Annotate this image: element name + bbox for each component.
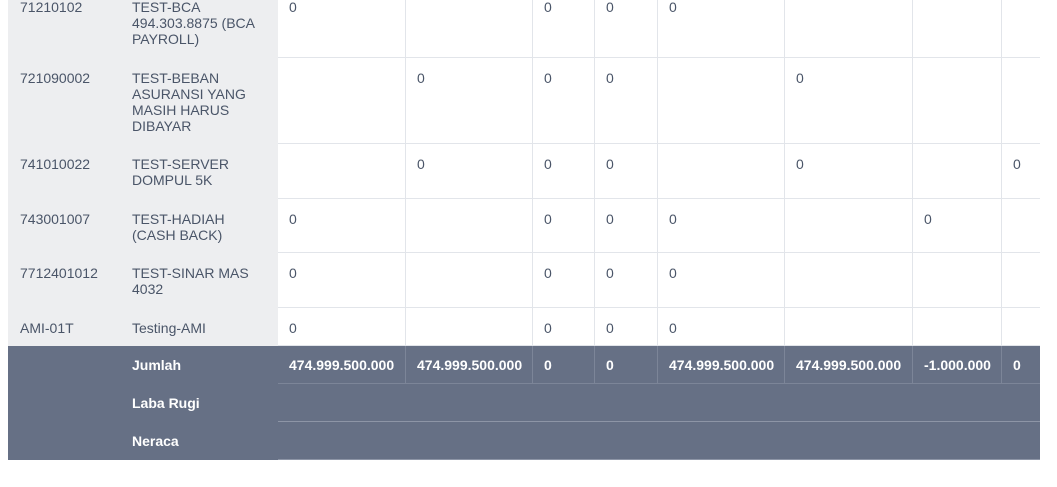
value-cell: 0: [532, 57, 595, 144]
value-cell: [912, 252, 1002, 308]
laba-rugi-row: Laba Rugi: [8, 383, 1040, 422]
value-cell: [784, 0, 913, 58]
account-name-cell: Testing-AMI: [120, 307, 278, 346]
account-name-cell: TEST-BCA 494.303.8875 (BCA PAYROLL): [120, 0, 278, 58]
value-cell: 0: [405, 143, 533, 199]
value-cell: 0: [657, 0, 785, 58]
total-value-cell: 474.999.500.000: [784, 345, 913, 384]
value-cell: [1001, 0, 1040, 58]
value-cell: [784, 198, 913, 253]
account-code-cell: 7712401012: [8, 252, 121, 308]
value-cell: [405, 307, 533, 346]
account-code-cell: 71210102: [8, 0, 121, 58]
table-row: AMI-01T Testing-AMI 0 0 0 0: [8, 307, 1040, 346]
table-row: 71210102 TEST-BCA 494.303.8875 (BCA PAYR…: [8, 0, 1040, 58]
value-cell: [1001, 252, 1040, 308]
account-code-cell: 721090002: [8, 57, 121, 144]
value-cell: 0: [532, 252, 595, 308]
value-cell: [405, 198, 533, 253]
value-cell: 0: [405, 57, 533, 144]
value-cell: 0: [784, 57, 913, 144]
value-cell: 0: [532, 143, 595, 199]
value-cell: 0: [277, 252, 406, 308]
value-cell: 0: [277, 0, 406, 58]
table-row: 741010022 TEST-SERVER DOMPUL 5K 0 0 0 0 …: [8, 143, 1040, 199]
left-gutter: [0, 0, 8, 487]
value-cell: [657, 57, 785, 144]
total-value-cell: 474.999.500.000: [657, 345, 785, 384]
value-cell: 0: [594, 0, 658, 58]
total-row: Jumlah 474.999.500.000 474.999.500.000 0…: [8, 345, 1040, 384]
neraca-value-cell: [277, 421, 1040, 460]
value-cell: 0: [532, 307, 595, 346]
value-cell: [784, 252, 913, 308]
value-cell: 0: [594, 252, 658, 308]
value-cell: [1001, 198, 1040, 253]
total-value-cell: 0: [532, 345, 595, 384]
account-name-cell: TEST-SINAR MAS 4032: [120, 252, 278, 308]
value-cell: [912, 0, 1002, 58]
table-row: 7712401012 TEST-SINAR MAS 4032 0 0 0 0: [8, 252, 1040, 308]
value-cell: 0: [277, 307, 406, 346]
account-name-cell: TEST-SERVER DOMPUL 5K: [120, 143, 278, 199]
value-cell: [405, 252, 533, 308]
account-code-cell: AMI-01T: [8, 307, 121, 346]
laba-rugi-value-cell: [277, 383, 1040, 422]
neraca-code-cell: [8, 421, 121, 460]
value-cell: 0: [1001, 143, 1040, 199]
laba-rugi-label: Laba Rugi: [120, 383, 278, 422]
value-cell: [277, 57, 406, 144]
total-label: Jumlah: [120, 345, 278, 384]
value-cell: [784, 307, 913, 346]
total-value-cell: -1.000.000: [912, 345, 1002, 384]
value-cell: [405, 0, 533, 58]
value-cell: 0: [594, 198, 658, 253]
ledger-table: 71210102 TEST-BCA 494.303.8875 (BCA PAYR…: [8, 0, 1040, 460]
value-cell: 0: [912, 198, 1002, 253]
account-name-cell: TEST-BEBAN ASURANSI YANG MASIH HARUS DIB…: [120, 57, 278, 144]
value-cell: [277, 143, 406, 199]
total-code-cell: [8, 345, 121, 384]
table-body: 71210102 TEST-BCA 494.303.8875 (BCA PAYR…: [8, 0, 1040, 460]
neraca-row: Neraca: [8, 421, 1040, 460]
ledger-table-scroll-area[interactable]: 71210102 TEST-BCA 494.303.8875 (BCA PAYR…: [8, 0, 1040, 487]
value-cell: [912, 143, 1002, 199]
total-value-cell: 0: [594, 345, 658, 384]
value-cell: [1001, 57, 1040, 144]
value-cell: 0: [657, 198, 785, 253]
laba-rugi-code-cell: [8, 383, 121, 422]
total-value-cell: 474.999.500.000: [277, 345, 406, 384]
value-cell: 0: [657, 307, 785, 346]
value-cell: 0: [594, 57, 658, 144]
value-cell: 0: [784, 143, 913, 199]
total-value-cell: 0: [1001, 345, 1040, 384]
total-value-cell: 474.999.500.000: [405, 345, 533, 384]
account-code-cell: 741010022: [8, 143, 121, 199]
value-cell: 0: [532, 0, 595, 58]
neraca-label: Neraca: [120, 421, 278, 460]
value-cell: [657, 143, 785, 199]
value-cell: 0: [594, 307, 658, 346]
table-row: 743001007 TEST-HADIAH (CASH BACK) 0 0 0 …: [8, 198, 1040, 253]
value-cell: [912, 57, 1002, 144]
value-cell: [1001, 307, 1040, 346]
value-cell: [912, 307, 1002, 346]
account-name-cell: TEST-HADIAH (CASH BACK): [120, 198, 278, 253]
value-cell: 0: [657, 252, 785, 308]
value-cell: 0: [594, 143, 658, 199]
value-cell: 0: [277, 198, 406, 253]
value-cell: 0: [532, 198, 595, 253]
account-code-cell: 743001007: [8, 198, 121, 253]
table-row: 721090002 TEST-BEBAN ASURANSI YANG MASIH…: [8, 57, 1040, 144]
